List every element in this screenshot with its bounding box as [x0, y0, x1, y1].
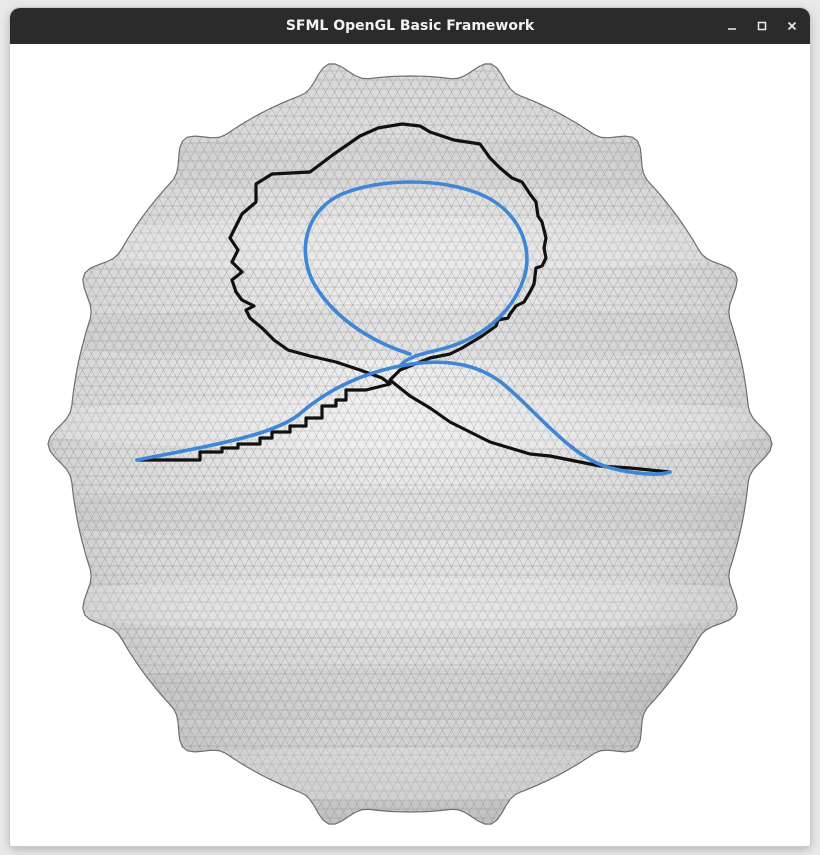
minimize-icon — [728, 28, 736, 30]
minimize-button[interactable] — [721, 15, 743, 37]
render-canvas[interactable] — [10, 44, 810, 846]
close-button[interactable] — [781, 15, 803, 37]
app-window: SFML OpenGL Basic Framework — [10, 8, 810, 846]
title-bar[interactable]: SFML OpenGL Basic Framework — [10, 8, 810, 44]
opengl-viewport[interactable] — [10, 44, 810, 846]
close-icon — [787, 21, 797, 31]
maximize-button[interactable] — [751, 15, 773, 37]
window-title: SFML OpenGL Basic Framework — [285, 18, 535, 34]
maximize-icon — [757, 21, 767, 31]
